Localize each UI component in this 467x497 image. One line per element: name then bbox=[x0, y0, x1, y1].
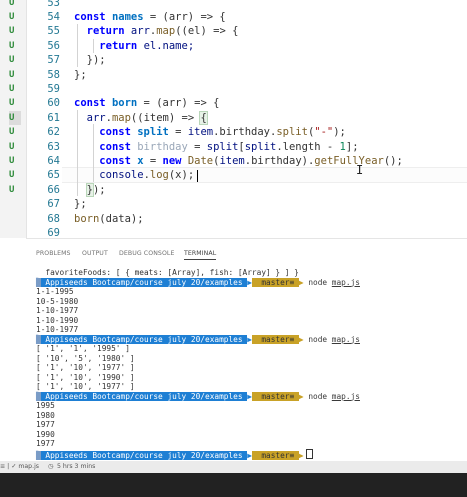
line-number: 55 bbox=[47, 25, 60, 38]
line-number: 69 bbox=[47, 227, 60, 238]
status-timer[interactable]: 5 hrs 3 mins bbox=[57, 461, 95, 473]
terminal-link[interactable]: map.js bbox=[332, 278, 360, 287]
code-line-62[interactable]: const split = item.birthday.split("-"); bbox=[74, 125, 346, 139]
line-number: 56 bbox=[47, 39, 60, 52]
terminal-output: 1-10-1977 bbox=[36, 325, 79, 334]
code-line-61[interactable]: arr.map((item) => { bbox=[74, 110, 208, 125]
terminal-output: 1-10-1990 bbox=[36, 315, 79, 325]
terminal-output: 1995 bbox=[36, 401, 55, 410]
terminal-output: [ '1', '10', '1977' ] bbox=[36, 363, 135, 372]
code-line-68[interactable]: born(data); bbox=[74, 212, 144, 226]
terminal-link[interactable]: map.js bbox=[332, 392, 360, 401]
scm-untracked-marker: U bbox=[9, 127, 15, 138]
line-number: 54 bbox=[47, 11, 60, 23]
scm-gutter: UUUUUUUUUUUUUU bbox=[0, 0, 27, 238]
scm-untracked-marker: U bbox=[9, 156, 15, 166]
terminal-output: [ '10', '5', '1980' ] bbox=[36, 353, 135, 363]
line-number: 64 bbox=[47, 155, 60, 167]
scm-untracked-marker: U bbox=[9, 98, 15, 109]
code-line-65[interactable]: console.log(x); bbox=[74, 168, 194, 182]
panel-tab-bar: PROBLEMS OUTPUT DEBUG CONSOLE TERMINAL bbox=[26, 239, 467, 265]
prompt-segment-icon: ▌ bbox=[36, 391, 41, 401]
bottom-panel: PROBLEMS OUTPUT DEBUG CONSOLE TERMINAL f… bbox=[26, 238, 467, 462]
prompt-segment-icon: ▌ bbox=[36, 334, 41, 344]
code-line-54[interactable]: const names = (arr) => { bbox=[74, 10, 226, 24]
scm-untracked-marker: U bbox=[9, 12, 15, 22]
git-branch-badge: master≡ bbox=[251, 450, 299, 460]
prompt-segment-icon: ▌ bbox=[36, 450, 41, 460]
terminal-output: 1977 bbox=[36, 439, 55, 448]
terminal-output: 1-1-1995 bbox=[36, 287, 74, 296]
status-bar: ≡ | ✓ map.js ◷ 5 hrs 3 mins bbox=[0, 461, 467, 473]
scm-untracked-marker: U bbox=[9, 110, 21, 126]
line-number: 65 bbox=[47, 169, 60, 182]
line-number: 59 bbox=[47, 83, 60, 95]
scm-untracked-marker: U bbox=[9, 55, 15, 66]
status-file[interactable]: ≡ | ✓ map.js bbox=[0, 461, 39, 473]
bracket-match: { bbox=[199, 110, 208, 125]
line-number: 62 bbox=[47, 126, 60, 139]
terminal-output: 1990 bbox=[36, 429, 55, 439]
code-line-63[interactable]: const birthday = split[split.length - 1]… bbox=[74, 140, 358, 154]
scm-untracked-marker: U bbox=[9, 69, 15, 80]
code-line-58[interactable]: }; bbox=[74, 68, 87, 82]
terminal-output: 10-5-1980 bbox=[36, 296, 79, 306]
terminal-output: [ '1', '1', '1995' ] bbox=[36, 344, 130, 353]
prompt-segment-icon: ▌ bbox=[36, 277, 41, 287]
line-number: 67 bbox=[47, 198, 60, 211]
code-editor[interactable]: UUUUUUUUUUUUUU 53 54 55 56 57 58 59 60 61 62 63 64 6… bbox=[0, 0, 467, 238]
line-number: 58 bbox=[47, 68, 60, 81]
terminal-output: [ '1', '10', '1990' ] bbox=[36, 372, 135, 382]
code-line-57[interactable]: }); bbox=[74, 53, 106, 67]
scm-untracked-marker: U bbox=[9, 0, 15, 8]
tab-terminal[interactable]: TERMINAL bbox=[184, 250, 217, 260]
tab-debug-console[interactable]: DEBUG CONSOLE bbox=[119, 250, 174, 257]
line-number: 57 bbox=[47, 54, 60, 67]
terminal-cursor bbox=[305, 448, 313, 459]
scm-untracked-marker: U bbox=[9, 170, 15, 181]
terminal-prompt: ▌ Appiseeds Bootcamp/course july 20/exam… bbox=[36, 448, 467, 460]
scm-untracked-marker: U bbox=[9, 184, 15, 195]
code-line-60[interactable]: const born = (arr) => { bbox=[74, 96, 219, 110]
terminal-prompt: ▌ Appiseeds Bootcamp/course july 20/exam… bbox=[36, 277, 360, 287]
scm-untracked-marker: U bbox=[9, 84, 15, 94]
git-branch-badge: master≡ bbox=[251, 334, 299, 344]
screen-bottom-band bbox=[0, 473, 467, 497]
scm-untracked-marker: U bbox=[9, 26, 15, 37]
code-line-67[interactable]: }; bbox=[74, 197, 87, 211]
scm-untracked-marker: U bbox=[9, 141, 15, 152]
text-cursor bbox=[197, 169, 198, 182]
line-number: 68 bbox=[47, 212, 60, 225]
terminal-output: 1977 bbox=[36, 420, 55, 429]
git-branch-badge: master≡ bbox=[251, 277, 299, 287]
clock-icon: ◷ bbox=[48, 463, 54, 470]
line-number: 61 bbox=[47, 111, 60, 124]
code-line-64[interactable]: const x = new Date(item.birthday).getFul… bbox=[74, 154, 403, 168]
tab-problems[interactable]: PROBLEMS bbox=[36, 250, 71, 257]
code-line-66[interactable]: }); bbox=[74, 182, 106, 197]
terminal-prompt: ▌ Appiseeds Bootcamp/course july 20/exam… bbox=[36, 391, 360, 401]
line-number: 63 bbox=[47, 140, 60, 153]
line-number: 53 bbox=[47, 0, 60, 9]
git-branch-badge: master≡ bbox=[251, 391, 299, 401]
terminal-output: 1-10-1977 bbox=[36, 306, 79, 315]
terminal[interactable]: favoriteFoods: [ { meats: [Array], fish:… bbox=[36, 268, 467, 462]
scm-untracked-marker: U bbox=[9, 40, 15, 51]
tab-output[interactable]: OUTPUT bbox=[82, 250, 108, 257]
terminal-output: 1980 bbox=[36, 410, 55, 420]
code-line-55[interactable]: return arr.map((el) => { bbox=[74, 24, 239, 38]
ibeam-cursor-icon: I bbox=[356, 163, 364, 177]
terminal-link[interactable]: map.js bbox=[332, 335, 360, 344]
line-number: 60 bbox=[47, 97, 60, 110]
line-number: 66 bbox=[47, 183, 60, 196]
terminal-line: favoriteFoods: [ { meats: [Array], fish:… bbox=[36, 268, 299, 277]
terminal-prompt: ▌ Appiseeds Bootcamp/course july 20/exam… bbox=[36, 334, 360, 344]
terminal-output: [ '1', '10', '1977' ] bbox=[36, 382, 135, 391]
code-line-56[interactable]: return el.name; bbox=[74, 39, 194, 53]
